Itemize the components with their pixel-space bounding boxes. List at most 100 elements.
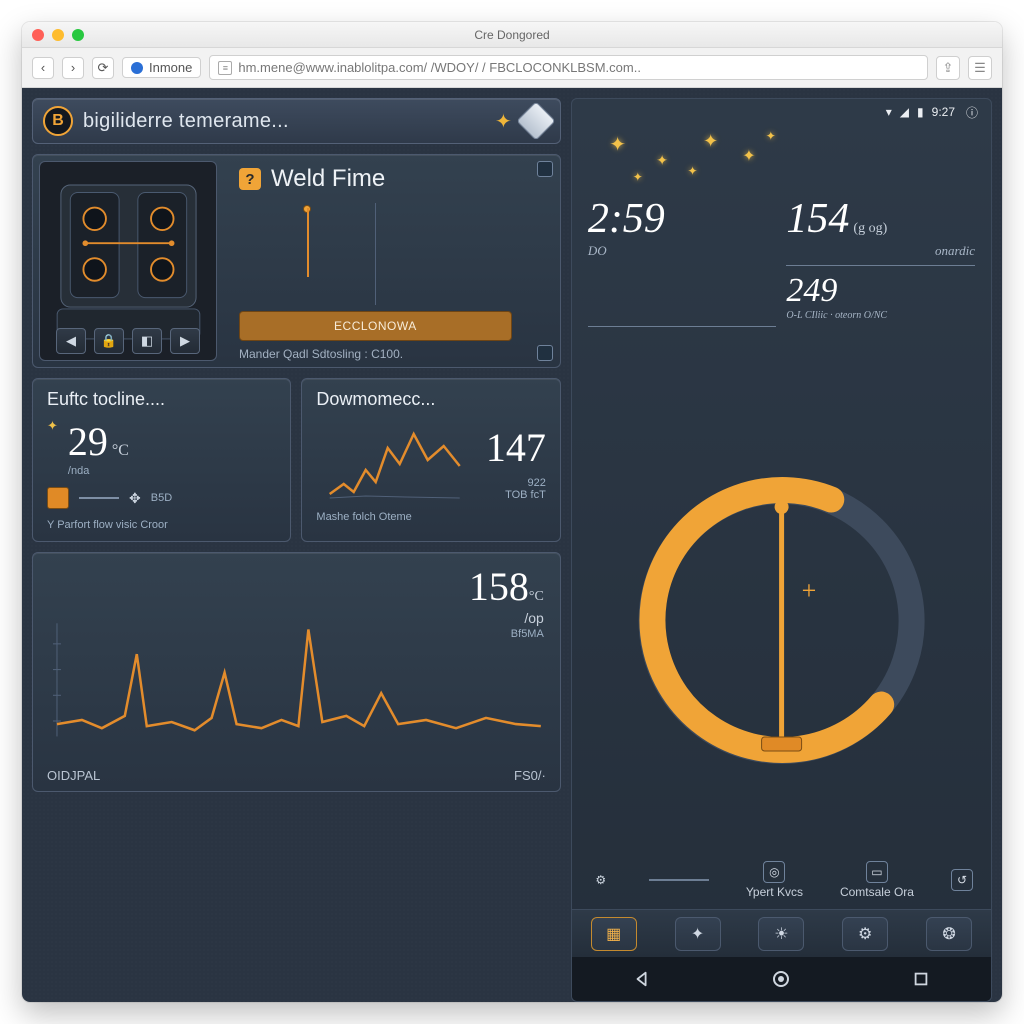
phone-statusbar: ▾ ◢ ▮ 9:27 ⓘ [572, 99, 991, 125]
tile-value: 147 [486, 424, 546, 471]
ring-slider[interactable] [649, 879, 709, 881]
metric-caption: DO [588, 243, 777, 259]
site-chip[interactable]: Inmone [122, 57, 201, 78]
back-button[interactable]: ‹ [32, 57, 54, 79]
illus-next-button[interactable]: ▶ [170, 328, 200, 354]
tile-color-chip [47, 487, 69, 509]
tile-divider-icon [79, 497, 119, 499]
softkey-back[interactable] [628, 965, 656, 993]
tile-footer: Mashe folch Oteme [316, 511, 545, 523]
spectrum-chart [47, 613, 546, 757]
tab-flame[interactable]: ❂ [926, 917, 972, 951]
wifi-icon: ▾ [886, 105, 892, 119]
weld-illustration-area: ◀ 🔒 ◧ ▶ [33, 155, 223, 367]
url-text: hm.mene@www.inablolitpa.com/ /WDOY/ / FB… [238, 60, 641, 75]
battery-icon: ▮ [917, 105, 924, 119]
tile-badge: B5D [151, 492, 172, 504]
illus-prev-button[interactable]: ◀ [56, 328, 86, 354]
info-icon[interactable]: ⓘ [963, 104, 981, 121]
tile-title: Euftc tocline.... [47, 389, 276, 410]
illustration-controls: ◀ 🔒 ◧ ▶ [40, 328, 216, 354]
heat-icon[interactable] [537, 345, 553, 361]
progress-ring[interactable]: + ⚙ ◎ Ypert Kvcs ▭ Comtsale Ora [572, 333, 991, 909]
tile-dowmo[interactable]: Dowmomecc... 147 922 TOB fcT [301, 378, 560, 542]
metric-bottom-right: 249 O-L CIliic · oteorn O/NC [786, 266, 975, 327]
app-logo: B [43, 106, 73, 136]
sparkle-decoration: ✦ ✦ ✦ ✦ ✦ ✦ ✦ [586, 125, 977, 195]
weld-subtitle: Mander Qadl Sdtosling : C100. [239, 347, 512, 361]
illus-lock-button[interactable]: 🔒 [94, 328, 124, 354]
browser-toolbar: ‹ › ⟳ Inmone ≡ hm.mene@www.inablolitpa.c… [22, 48, 1002, 88]
tab-home[interactable]: ▦ [591, 917, 637, 951]
clipboard-icon: ▭ [866, 861, 888, 883]
tab-spark[interactable]: ✦ [675, 917, 721, 951]
target-icon: ◎ [763, 861, 785, 883]
tile-iconrow: ✥ B5D [47, 487, 276, 509]
weld-gauges [239, 203, 512, 305]
ring-label-right: Comtsale Ora [840, 885, 914, 899]
ring-sync-button[interactable]: ↺ [951, 869, 973, 891]
ring-right-label-group[interactable]: ▭ Comtsale Ora [840, 861, 914, 899]
metric-tiles-row: Euftc tocline.... ✦ 29°C /nda ✥ [32, 378, 561, 542]
gauge-1 [239, 203, 376, 305]
weld-readout: ? Weld Fime ECCLONOWA Mander Qadl Sdtosl… [233, 155, 526, 367]
weld-side-icons [536, 161, 554, 361]
address-bar[interactable]: ≡ hm.mene@www.inablolitpa.com/ /WDOY/ / … [209, 55, 928, 80]
illus-camera-button[interactable]: ◧ [132, 328, 162, 354]
dashboard-header: B bigiliderre temerame... ✦ [32, 98, 561, 144]
ring-label-left: Ypert Kvcs [746, 885, 803, 899]
window-titlebar: Cre Dongored [22, 22, 1002, 48]
site-label: Inmone [149, 60, 192, 75]
menu-button[interactable]: ☰ [968, 56, 992, 80]
svg-text:+: + [801, 576, 816, 605]
share-button[interactable]: ⇪ [936, 56, 960, 80]
metric-top-right: 154(g og) onardic [786, 195, 975, 266]
metric-top-left: 2:59 DO [588, 195, 777, 327]
tile-title: Dowmomecc... [316, 389, 545, 410]
spectrum-tick-right: FS0/· [514, 768, 546, 783]
maximize-window-button[interactable] [72, 29, 84, 41]
page-favicon-icon: ≡ [218, 61, 232, 75]
metric-caption: onardic [786, 243, 975, 259]
tile-footer: Y Parfort flow visic Croor [47, 519, 276, 531]
dashboard-title: bigiliderre temerame... [83, 110, 485, 133]
metric-caption: O-L CIliic · oteorn O/NC [786, 310, 975, 321]
softkey-home[interactable] [767, 965, 795, 993]
phone-frame: ▾ ◢ ▮ 9:27 ⓘ ✦ ✦ ✦ ✦ ✦ ✦ ✦ 2: [571, 98, 992, 1002]
help-icon[interactable]: ? [239, 168, 261, 190]
weld-title: Weld Fime [271, 165, 385, 193]
tile-sparkline [316, 416, 475, 501]
tile-subvalue: 922 [527, 477, 545, 489]
reload-button[interactable]: ⟳ [92, 57, 114, 79]
weld-title-row: ? Weld Fime [239, 165, 512, 193]
tile-euftc[interactable]: Euftc tocline.... ✦ 29°C /nda ✥ [32, 378, 291, 542]
tile-subunit: /nda [68, 465, 129, 477]
close-window-button[interactable] [32, 29, 44, 41]
window-title: Cre Dongored [22, 28, 1002, 42]
tile-value: 29°C [68, 418, 129, 465]
tab-settings[interactable]: ⚙ [842, 917, 888, 951]
ring-controls: ⚙ ◎ Ypert Kvcs ▭ Comtsale Ora ↺ [572, 861, 991, 899]
dashboard-pane: B bigiliderre temerame... ✦ [22, 88, 571, 1002]
weld-panel: ◀ 🔒 ◧ ▶ ? Weld Fime [32, 154, 561, 368]
phone-preview-pane: ▾ ◢ ▮ 9:27 ⓘ ✦ ✦ ✦ ✦ ✦ ✦ ✦ 2: [571, 88, 1002, 1002]
ring-settings-button[interactable]: ⚙ [590, 869, 612, 891]
gauge-2 [376, 203, 512, 305]
softkey-recents[interactable] [907, 965, 935, 993]
forward-button[interactable]: › [62, 57, 84, 79]
minimize-window-button[interactable] [52, 29, 64, 41]
signal-icon: ◢ [900, 105, 909, 119]
spectrum-panel: 158°C /op Bf5MA OIDJPAL [32, 552, 561, 792]
cool-icon[interactable] [537, 161, 553, 177]
browser-window: Cre Dongored ‹ › ⟳ Inmone ≡ hm.mene@www.… [22, 22, 1002, 1002]
site-identity-icon [131, 62, 143, 74]
mode-button[interactable] [522, 107, 550, 135]
tab-sun[interactable]: ☀ [758, 917, 804, 951]
ring-left-label-group[interactable]: ◎ Ypert Kvcs [746, 861, 803, 899]
phone-metrics: 2:59 DO 154(g og) onardic 249 O-L CIliic… [572, 195, 991, 333]
weld-status-banner[interactable]: ECCLONOWA [239, 311, 512, 341]
star-icon: ✦ [495, 109, 512, 134]
directional-pad-icon[interactable]: ✥ [129, 490, 141, 507]
tile-sublabel: TOB fcT [505, 489, 546, 501]
status-time: 9:27 [932, 105, 955, 119]
